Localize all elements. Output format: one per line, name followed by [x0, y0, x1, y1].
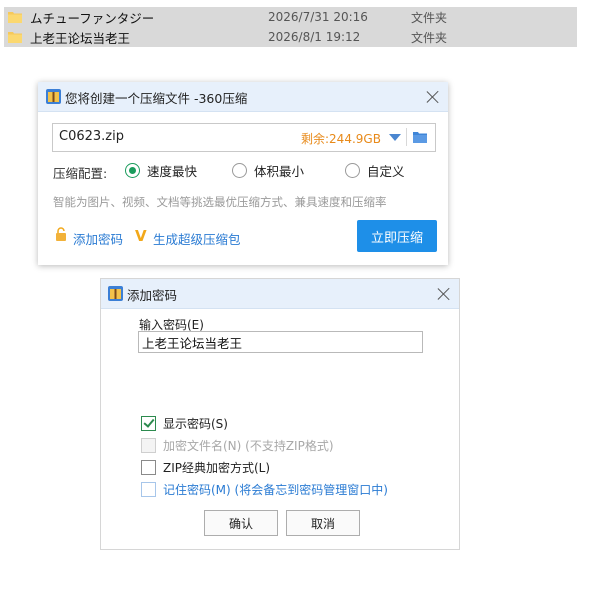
add-password-link[interactable]: 添加密码 — [73, 229, 123, 248]
archive-path-field[interactable]: C0623.zip 剩余:244.9GB — [52, 123, 436, 152]
zip-classic-encryption-checkbox[interactable]: ZIP经典加密方式(L) — [141, 459, 270, 475]
free-space-label: 剩余:244.9GB — [301, 132, 381, 146]
password-input[interactable] — [138, 331, 423, 353]
checkbox-checked-icon — [141, 415, 156, 431]
file-date: 2026/8/1 19:12 — [268, 30, 361, 44]
file-type: 文件夹 — [411, 10, 448, 25]
option-fastest[interactable]: 速度最快 — [125, 162, 197, 179]
file-name: 上老王论坛当老王 — [30, 30, 131, 46]
cancel-button[interactable]: 取消 — [286, 510, 360, 536]
encrypt-filenames-checkbox: 加密文件名(N) (不支持ZIP格式) — [141, 437, 334, 453]
remember-password-checkbox[interactable]: 记住密码(M) (将会备忘到密码管理窗口中) — [141, 481, 388, 497]
option-custom[interactable]: 自定义 — [345, 162, 405, 179]
file-type: 文件夹 — [411, 30, 448, 45]
dialog-title: 添加密码 — [127, 288, 178, 303]
checkbox-icon — [141, 459, 156, 475]
compress-now-button[interactable]: 立即压缩 — [357, 220, 437, 252]
dialog-titlebar[interactable]: 您将创建一个压缩文件 -360压缩 — [38, 82, 448, 112]
checkbox-icon — [141, 481, 156, 497]
folder-icon — [8, 12, 22, 23]
config-hint: 智能为图片、视频、文档等挑选最优压缩方式、兼具速度和压缩率 — [53, 195, 387, 209]
show-password-checkbox[interactable]: 显示密码(S) — [141, 415, 228, 431]
add-password-dialog: 添加密码 输入密码(E) 显示密码(S) 加密文件名(N) (不支持ZIP格式)… — [100, 278, 460, 550]
v-badge-icon: V — [135, 227, 147, 245]
compress-config-label: 压缩配置: — [53, 166, 108, 181]
file-date: 2026/7/31 20:16 — [268, 10, 368, 24]
divider — [406, 128, 407, 146]
file-name: ムチューファンタジー — [30, 10, 155, 26]
360zip-logo-icon — [46, 89, 61, 104]
360zip-logo-icon — [108, 286, 123, 301]
file-row[interactable]: ムチューファンタジー 2026/7/31 20:16 文件夹 — [4, 7, 577, 27]
option-smallest[interactable]: 体积最小 — [232, 162, 304, 179]
super-compress-link[interactable]: 生成超级压缩包 — [153, 229, 241, 248]
browse-folder-icon[interactable] — [412, 129, 428, 145]
close-icon[interactable] — [437, 287, 451, 301]
dialog-title: 您将创建一个压缩文件 -360压缩 — [65, 91, 248, 106]
checkbox-icon — [141, 437, 156, 453]
compress-dialog: 您将创建一个压缩文件 -360压缩 C0623.zip 剩余:244.9GB 压… — [38, 82, 448, 265]
radio-icon — [345, 162, 360, 178]
lock-icon — [56, 227, 66, 241]
close-icon[interactable] — [426, 90, 440, 104]
dialog-titlebar[interactable]: 添加密码 — [101, 279, 459, 309]
folder-icon — [8, 32, 22, 43]
file-row[interactable]: 上老王论坛当老王 2026/8/1 19:12 文件夹 — [4, 27, 577, 47]
archive-path-value[interactable]: C0623.zip — [59, 129, 124, 144]
radio-icon — [232, 162, 247, 178]
radio-selected-icon — [125, 162, 140, 178]
ok-button[interactable]: 确认 — [204, 510, 278, 536]
dropdown-arrow-icon[interactable] — [389, 134, 401, 141]
